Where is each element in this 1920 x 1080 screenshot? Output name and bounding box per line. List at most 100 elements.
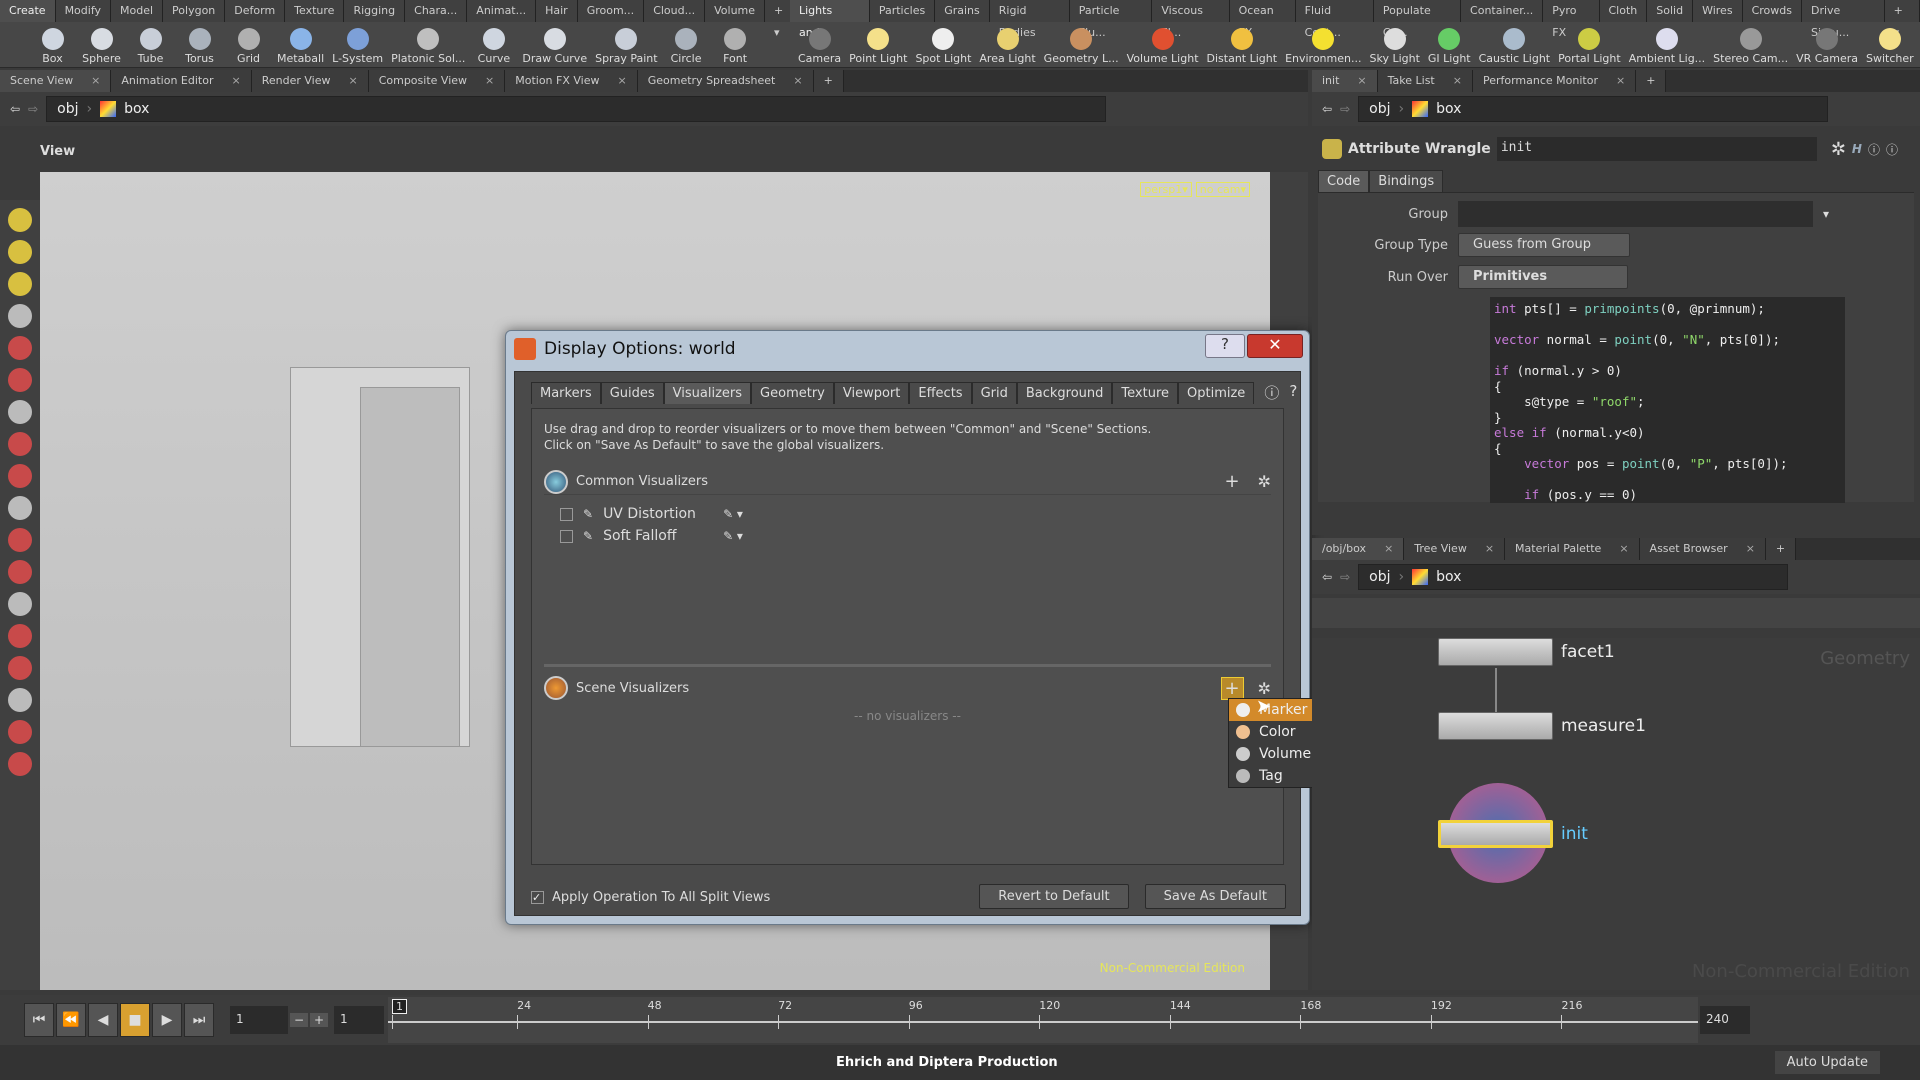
jump-start-button[interactable]: ⏮ (24, 1003, 54, 1037)
shelf-tab-volume[interactable]: Volume (705, 0, 766, 22)
edit-visualizer-icon[interactable]: ✎ ▾ (723, 507, 743, 521)
tool-point-light[interactable]: Point Light (845, 22, 911, 68)
help-icon[interactable]: ⓘ (1886, 141, 1898, 158)
tool-area-light[interactable]: Area Light (975, 22, 1039, 68)
menu-item-tag[interactable]: Tag (1229, 765, 1321, 787)
viewport-tool-icon[interactable] (8, 240, 32, 264)
tool-geometry-l[interactable]: Geometry L... (1040, 22, 1123, 68)
menu-item-volume[interactable]: Volume (1229, 743, 1321, 765)
add-pane-tab-button[interactable]: + (1636, 70, 1667, 92)
step-back-button[interactable]: ⏪ (56, 1003, 86, 1037)
forward-icon[interactable]: ⇨ (28, 102, 38, 116)
visualizer-checkbox[interactable] (560, 529, 573, 543)
node-facet1[interactable] (1438, 638, 1553, 666)
save-as-default-button[interactable]: Save As Default (1144, 884, 1286, 909)
pane-tab-init[interactable]: init × (1312, 70, 1378, 92)
tab-markers[interactable]: Markers (531, 382, 601, 404)
shelf-tab-particles[interactable]: Particles (869, 0, 936, 22)
viewport-tool-icon[interactable] (8, 208, 32, 232)
viewport-tool-icon[interactable] (8, 752, 32, 776)
auto-update-button[interactable]: Auto Update (1774, 1051, 1880, 1074)
shelf-tab-fluid-cont[interactable]: Fluid Cont... (1295, 0, 1374, 39)
pane-tab-scene-view[interactable]: Scene View × (0, 70, 112, 92)
viewport-tool-icon[interactable] (8, 496, 32, 520)
shelf-tab-crowds[interactable]: Crowds (1742, 0, 1802, 22)
shelf-tab-cloth[interactable]: Cloth (1599, 0, 1648, 22)
close-tab-icon[interactable]: × (1453, 70, 1462, 92)
shelf-tab-lights-and[interactable]: Lights and... (790, 0, 870, 39)
viewport-tool-icon[interactable] (8, 304, 32, 328)
tab-background[interactable]: Background (1016, 382, 1113, 404)
add-pane-tab-button[interactable]: + (813, 70, 844, 92)
close-tab-icon[interactable]: × (485, 70, 494, 92)
add-scene-visualizer-button[interactable]: + (1220, 676, 1244, 700)
visualizer-item[interactable]: ✎ Soft Falloff ✎ ▾ (560, 525, 1283, 547)
path-box[interactable]: box (124, 101, 149, 117)
shelf-tab-polygon[interactable]: Polygon (163, 0, 226, 22)
pane-tab-material-palette[interactable]: Material Palette × (1505, 538, 1640, 560)
play-reverse-button[interactable]: ◀ (88, 1003, 118, 1037)
shelf-tab-animat[interactable]: Animat... (467, 0, 537, 22)
pane-tab-geometry-spreadsheet[interactable]: Geometry Spreadsheet × (637, 70, 814, 92)
tool-font[interactable]: Font (711, 22, 760, 68)
param-tab-bindings[interactable]: Bindings (1369, 170, 1444, 192)
tab-viewport[interactable]: Viewport (833, 382, 910, 404)
shelf-tab-hair[interactable]: Hair (536, 0, 578, 22)
tab-guides[interactable]: Guides (600, 382, 664, 404)
tool-sky-light[interactable]: Sky Light (1365, 22, 1423, 68)
play-button[interactable]: ▶ (152, 1003, 182, 1037)
forward-icon[interactable]: ⇨ (1340, 570, 1350, 584)
viewport-tool-icon[interactable] (8, 432, 32, 456)
shelf-tab-pyro-fx[interactable]: Pyro FX (1543, 0, 1600, 39)
visualizer-item[interactable]: ✎ UV Distortion ✎ ▾ (560, 503, 1283, 525)
no-cam-button[interactable]: no cam▾ (1195, 182, 1250, 197)
hscript-help-icon[interactable]: H (1852, 142, 1862, 156)
run-over-select[interactable]: Primitives (1458, 265, 1628, 289)
current-frame-field[interactable]: 1 (334, 1006, 384, 1034)
group-dropdown-icon[interactable]: ▾ (1823, 207, 1829, 221)
tool-sphere[interactable]: Sphere (77, 22, 126, 68)
network-editor[interactable]: Geometry facet1 measure1 init Non-Commer… (1312, 638, 1920, 990)
back-icon[interactable]: ⇦ (1322, 570, 1332, 584)
shelf-tab-drive-simu[interactable]: Drive Simu... (1801, 0, 1885, 39)
apply-all-checkbox[interactable]: ✓ (531, 891, 544, 904)
pane-tab-obj-box[interactable]: /obj/box × (1312, 538, 1405, 560)
shelf-tab-deform[interactable]: Deform (225, 0, 286, 22)
shelf-tab-ocean-fx[interactable]: Ocean FX (1229, 0, 1296, 39)
tool-tube[interactable]: Tube (126, 22, 175, 68)
pane-tab-render-view[interactable]: Render View × (251, 70, 369, 92)
revert-to-default-button[interactable]: Revert to Default (979, 884, 1129, 909)
back-icon[interactable]: ⇦ (10, 102, 20, 116)
close-tab-icon[interactable]: × (1746, 538, 1755, 560)
close-tab-icon[interactable]: × (1619, 538, 1628, 560)
path-box[interactable]: box (1436, 101, 1461, 117)
path-box[interactable]: box (1436, 569, 1461, 585)
shelf-tab-wires[interactable]: Wires (1693, 0, 1743, 22)
close-tab-icon[interactable]: × (1485, 538, 1494, 560)
node-name-field[interactable]: init (1496, 137, 1817, 161)
pane-tab-asset-browser[interactable]: Asset Browser × (1639, 538, 1766, 560)
shelf-tab-groom[interactable]: Groom... (577, 0, 645, 22)
viewport-tool-icon[interactable] (8, 592, 32, 616)
shelf-tab-particle-flu[interactable]: Particle Flu... (1069, 0, 1153, 39)
stop-button[interactable]: ■ (120, 1003, 150, 1037)
shelf-tab-populate-co[interactable]: Populate Co... (1373, 0, 1462, 39)
param-tab-code[interactable]: Code (1318, 170, 1370, 192)
close-tab-icon[interactable]: × (348, 70, 357, 92)
help-icon[interactable]: ? (1289, 382, 1297, 404)
tool-draw-curve[interactable]: Draw Curve (518, 22, 591, 68)
tool-torus[interactable]: Torus (175, 22, 224, 68)
path-obj[interactable]: obj (1369, 101, 1390, 117)
camera-persp-button[interactable]: persp1▾ (1140, 182, 1192, 197)
pane-tab-performance-monitor[interactable]: Performance Monitor × (1472, 70, 1637, 92)
tool-environmen[interactable]: Environmen... (1281, 22, 1365, 68)
pane-tab-motion-fx-view[interactable]: Motion FX View × (505, 70, 638, 92)
menu-item-color[interactable]: Color (1229, 721, 1321, 743)
group-type-select[interactable]: Guess from Group (1458, 233, 1630, 257)
menu-item-marker[interactable]: Marker (1229, 699, 1321, 721)
tool-platonic-sol[interactable]: Platonic Sol... (387, 22, 469, 68)
pane-tab-take-list[interactable]: Take List × (1377, 70, 1473, 92)
pane-tab-composite-view[interactable]: Composite View × (368, 70, 506, 92)
frame-decrement[interactable]: − (290, 1013, 308, 1027)
tab-texture[interactable]: Texture (1112, 382, 1179, 404)
